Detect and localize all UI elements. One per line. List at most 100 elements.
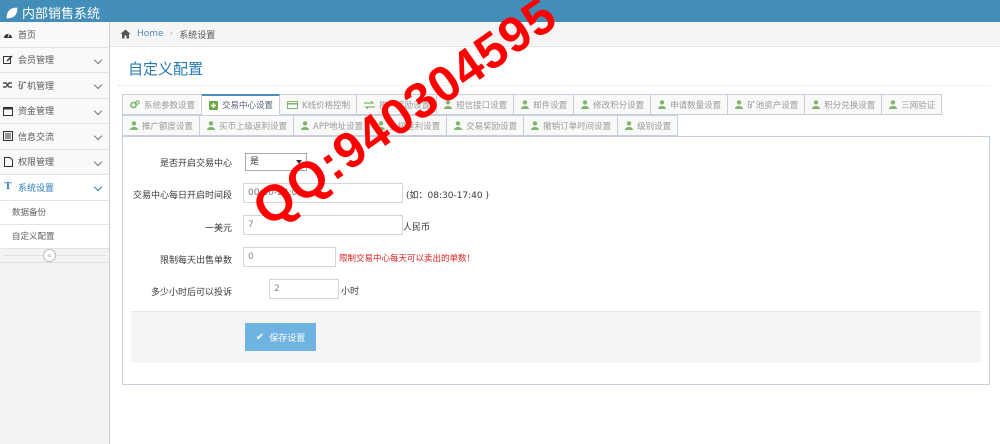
brand-title: 内部销售系统 <box>22 7 101 22</box>
sidebar-collapse-row: « <box>0 248 109 263</box>
tab-row1-4[interactable]: 短信接口设置 <box>437 94 515 115</box>
sidebar-item-label: 信息交流 <box>18 132 55 143</box>
random-icon <box>3 80 13 90</box>
tab-label: 上级返利设置 <box>389 121 441 132</box>
tab-row2-3[interactable]: 上级返利设置 <box>370 115 448 136</box>
sidebar-subitem-label: 数据备份 <box>12 208 47 218</box>
tab-label: K线价格控制 <box>302 100 351 111</box>
sidebar-item-label: 权限管理 <box>18 158 55 169</box>
tab-label: 买币上级返利设置 <box>219 121 288 132</box>
sidebar-item-members[interactable]: 会员管理 <box>0 47 109 73</box>
usd-rate-label: 一美元 <box>204 224 232 234</box>
tab-row1-8[interactable]: 矿池资产设置 <box>728 94 806 115</box>
tab-row1-5[interactable]: 邮件设置 <box>514 94 575 115</box>
cogs-icon <box>130 100 140 109</box>
tab-label: 申请数量设置 <box>670 100 722 111</box>
chevron-down-icon <box>93 80 103 90</box>
complaint-hours-input[interactable] <box>269 279 339 299</box>
breadcrumb: Home › 系统设置 <box>110 22 1000 47</box>
complaint-hours-unit: 小时 <box>341 287 360 297</box>
save-settings-label: 保存设置 <box>269 333 306 344</box>
tab-label: 推广额度设置 <box>142 121 194 132</box>
sidebar-item-label: 会员管理 <box>18 56 55 67</box>
tab-row1-2[interactable]: K线价格控制 <box>280 94 358 115</box>
user-icon <box>625 121 634 130</box>
user-icon <box>658 100 667 109</box>
usd-rate-unit: 人民币 <box>403 223 431 233</box>
user-icon <box>889 100 898 109</box>
sidebar-item-messages[interactable]: 信息交流 <box>0 124 109 150</box>
leaf-icon <box>6 7 18 18</box>
tab-row2-1[interactable]: 买币上级返利设置 <box>200 115 295 136</box>
tab-label: 撤销订单时间设置 <box>543 121 612 132</box>
tab-row1-6[interactable]: 修改积分设置 <box>574 94 652 115</box>
sidebar-subitem-label: 自定义配置 <box>12 232 55 242</box>
tab-row1-9[interactable]: 积分兑换设置 <box>805 94 883 115</box>
tab-row2-5[interactable]: 撤销订单时间设置 <box>524 115 619 136</box>
settings-tabs: 系统参数设置 交易中心设置 K线价格控制 推广奖励设置 短信接口设置 邮件设置 修改积分设置… <box>122 94 990 136</box>
file-icon <box>3 156 13 167</box>
tab-row1-0[interactable]: 系统参数设置 <box>122 94 203 115</box>
usd-rate-input[interactable] <box>243 215 403 235</box>
tab-row: 推广额度设置 买币上级返利设置 APP地址设置 上级返利设置 交易奖励设置 撤销订单时间设… <box>122 115 990 136</box>
breadcrumb-current: 系统设置 <box>179 30 216 41</box>
daily-hours-input[interactable] <box>243 183 403 203</box>
tab-row1-10[interactable]: 三网验证 <box>882 94 943 115</box>
tab-row2-6[interactable]: 级别设置 <box>618 115 679 136</box>
enable-trading-value: 是 <box>250 157 260 167</box>
tab-row1-1[interactable]: 交易中心设置 <box>202 94 281 115</box>
user-icon <box>301 121 310 130</box>
save-settings-button[interactable]: ✔ 保存设置 <box>245 323 316 351</box>
sidebar: 首页 会员管理 矿机管理 资金管理 信息交流 权限管理 T 系统设置 数据备份 … <box>0 22 110 444</box>
brand-logo[interactable]: 内部销售系统 <box>6 3 100 22</box>
user-icon <box>377 121 386 130</box>
breadcrumb-separator: › <box>169 29 174 39</box>
sidebar-item-funds[interactable]: 资金管理 <box>0 98 109 124</box>
sidebar-item-home[interactable]: 首页 <box>0 22 109 48</box>
tab-label: 积分兑换设置 <box>824 100 876 111</box>
double-chevron-left-icon[interactable]: « <box>43 248 56 262</box>
tab-label: 邮件设置 <box>533 100 568 111</box>
breadcrumb-home-link[interactable]: Home <box>137 29 164 39</box>
chevron-down-icon <box>93 106 103 115</box>
tab-row1-3[interactable]: 推广奖励设置 <box>357 94 438 115</box>
tab-label: 推广奖励设置 <box>379 100 431 111</box>
user-icon <box>130 121 138 130</box>
chevron-down-icon <box>93 157 103 166</box>
user-icon <box>581 100 590 109</box>
sidebar-item-permissions[interactable]: 权限管理 <box>0 149 109 175</box>
daily-limit-input[interactable] <box>243 247 336 267</box>
sidebar-subitem-data-backup[interactable]: 数据备份 <box>0 200 109 225</box>
tab-label: 交易奖励设置 <box>466 121 518 132</box>
daily-limit-label: 限制每天出售单数 <box>159 256 232 266</box>
header-divider <box>118 85 990 86</box>
check-icon: ✔ <box>255 331 265 343</box>
plus-square-icon <box>209 100 219 110</box>
tab-label: 修改积分设置 <box>593 100 645 111</box>
tab-row2-4[interactable]: 交易奖励设置 <box>447 115 525 136</box>
tab-label: APP地址设置 <box>313 121 364 132</box>
sidebar-item-miners[interactable]: 矿机管理 <box>0 73 109 99</box>
tab-label: 短信接口设置 <box>456 100 508 111</box>
calendar-icon <box>3 106 13 116</box>
page-title: 自定义配置 <box>128 60 204 78</box>
enable-trading-select[interactable]: 是 <box>245 153 307 171</box>
text-icon: T <box>4 182 12 193</box>
tab-label: 系统参数设置 <box>144 100 196 111</box>
tab-row1-7[interactable]: 申请数量设置 <box>651 94 729 115</box>
tachometer-icon <box>3 29 13 39</box>
sidebar-item-label: 首页 <box>18 30 37 41</box>
sidebar-item-label: 矿机管理 <box>18 81 55 92</box>
sidebar-item-system-settings[interactable]: T 系统设置 <box>0 175 109 201</box>
caret-down-icon <box>296 160 302 164</box>
sidebar-subitem-custom-config[interactable]: 自定义配置 <box>0 224 109 249</box>
user-icon <box>521 100 530 109</box>
complaint-hours-label: 多少小时后可以投诉 <box>150 288 232 298</box>
sidebar-item-label: 系统设置 <box>18 183 55 194</box>
daily-hours-hint: (如：08:30-17:40 ) <box>406 191 490 201</box>
tab-row2-2[interactable]: APP地址设置 <box>294 115 371 136</box>
home-icon <box>120 29 131 39</box>
user-icon <box>207 121 216 130</box>
tab-row2-0[interactable]: 推广额度设置 <box>122 115 201 136</box>
tab-label: 交易中心设置 <box>222 101 274 111</box>
